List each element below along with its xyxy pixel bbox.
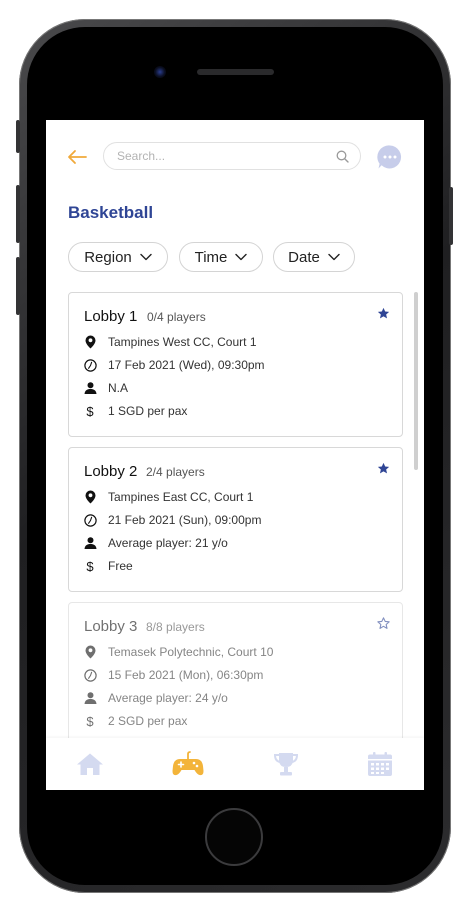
lobby-location-row: Tampines West CC, Court 1 xyxy=(83,334,257,350)
lobby-price-row: $ 1 SGD per pax xyxy=(83,403,187,419)
page-title: Basketball xyxy=(68,203,154,222)
mute-switch xyxy=(16,120,20,153)
lobby-datetime: 15 Feb 2021 (Mon), 06:30pm xyxy=(108,668,264,682)
star-filled-icon[interactable] xyxy=(377,462,390,475)
lobby-player-count: 8/8 players xyxy=(146,620,205,634)
lobby-price-row: $ 2 SGD per pax xyxy=(83,713,187,729)
lobby-datetime-row: 17 Feb 2021 (Wed), 09:30pm xyxy=(83,357,265,373)
lobby-average-age: Average player: 21 y/o xyxy=(108,536,228,550)
lobby-name: Lobby 3 xyxy=(84,618,138,635)
lobby-location: Tampines West CC, Court 1 xyxy=(108,335,257,349)
earpiece-speaker xyxy=(197,69,274,75)
map-pin-icon xyxy=(85,490,95,504)
lobby-location: Temasek Polytechnic, Court 10 xyxy=(108,645,274,659)
filter-region[interactable]: Region xyxy=(68,242,168,272)
lobby-location: Tampines East CC, Court 1 xyxy=(108,490,254,504)
lobby-card[interactable]: Lobby 1 0/4 players Tampines West CC, Co… xyxy=(68,292,403,437)
chevron-down-icon xyxy=(328,253,340,261)
lobby-player-count: 2/4 players xyxy=(146,465,205,479)
home-button[interactable] xyxy=(205,808,263,866)
lobby-datetime-row: 15 Feb 2021 (Mon), 06:30pm xyxy=(83,667,263,683)
search-input[interactable] xyxy=(117,147,327,165)
clock-icon xyxy=(83,668,97,682)
user-icon xyxy=(84,692,96,704)
volume-up-button xyxy=(16,185,20,243)
nav-calendar[interactable] xyxy=(364,748,396,780)
filter-region-label: Region xyxy=(84,248,132,266)
search-bar[interactable] xyxy=(103,142,361,170)
lobby-average-age: N.A xyxy=(108,381,129,395)
home-icon xyxy=(77,753,103,775)
lobby-card[interactable]: Lobby 3 8/8 players Temasek Polytechnic,… xyxy=(68,602,403,747)
gamepad-icon xyxy=(172,751,204,776)
lobby-price: 2 SGD per pax xyxy=(108,714,188,728)
chat-button[interactable] xyxy=(377,144,403,170)
lobby-average-age: Average player: 24 y/o xyxy=(108,691,228,705)
chevron-down-icon xyxy=(235,253,248,261)
nav-home[interactable] xyxy=(74,748,106,780)
lobby-player-count: 0/4 players xyxy=(147,310,206,324)
map-pin-icon xyxy=(85,335,95,349)
lobby-age-row: Average player: 24 y/o xyxy=(83,690,228,706)
star-outline-icon[interactable] xyxy=(377,617,390,630)
lobby-price-row: $ Free xyxy=(83,558,133,574)
filter-time-label: Time xyxy=(194,248,228,266)
star-filled-icon[interactable] xyxy=(377,307,390,320)
lobby-datetime-row: 21 Feb 2021 (Sun), 09:00pm xyxy=(83,512,261,528)
trophy-icon xyxy=(273,753,299,776)
dollar-icon: $ xyxy=(86,558,94,574)
lobby-card[interactable]: Lobby 2 2/4 players Tampines East CC, Co… xyxy=(68,447,403,592)
lobby-datetime: 17 Feb 2021 (Wed), 09:30pm xyxy=(108,358,265,372)
filter-date[interactable]: Date xyxy=(273,242,355,272)
lobby-name: Lobby 2 xyxy=(84,463,138,480)
chat-bubble-icon xyxy=(377,145,402,169)
app-screen: Basketball Region Time Date Lobby 1 0/4 … xyxy=(46,120,424,790)
dollar-icon: $ xyxy=(86,403,94,419)
lobby-price: Free xyxy=(108,559,133,573)
front-camera xyxy=(154,66,166,78)
power-button xyxy=(449,187,453,245)
bottom-nav xyxy=(46,738,424,790)
search-icon[interactable] xyxy=(336,150,349,163)
lobby-location-row: Tampines East CC, Court 1 xyxy=(83,489,253,505)
lobby-price: 1 SGD per pax xyxy=(108,404,188,418)
lobby-datetime: 21 Feb 2021 (Sun), 09:00pm xyxy=(108,513,262,527)
lobby-name: Lobby 1 xyxy=(84,308,138,325)
back-button[interactable] xyxy=(65,146,89,168)
lobby-age-row: N.A xyxy=(83,380,128,396)
nav-leaderboard[interactable] xyxy=(270,748,302,780)
user-icon xyxy=(84,382,96,394)
filter-time[interactable]: Time xyxy=(179,242,263,272)
user-icon xyxy=(84,537,96,549)
clock-icon xyxy=(83,358,97,372)
calendar-icon xyxy=(368,752,392,776)
arrow-left-icon xyxy=(68,150,87,164)
nav-games[interactable] xyxy=(172,748,204,780)
lobby-location-row: Temasek Polytechnic, Court 10 xyxy=(83,644,273,660)
clock-icon xyxy=(83,513,97,527)
lobby-age-row: Average player: 21 y/o xyxy=(83,535,228,551)
chevron-down-icon xyxy=(140,253,152,261)
filter-date-label: Date xyxy=(288,248,320,266)
dollar-icon: $ xyxy=(86,713,94,729)
map-pin-icon xyxy=(85,645,95,659)
list-scrollbar[interactable] xyxy=(414,292,418,470)
volume-down-button xyxy=(16,257,20,315)
